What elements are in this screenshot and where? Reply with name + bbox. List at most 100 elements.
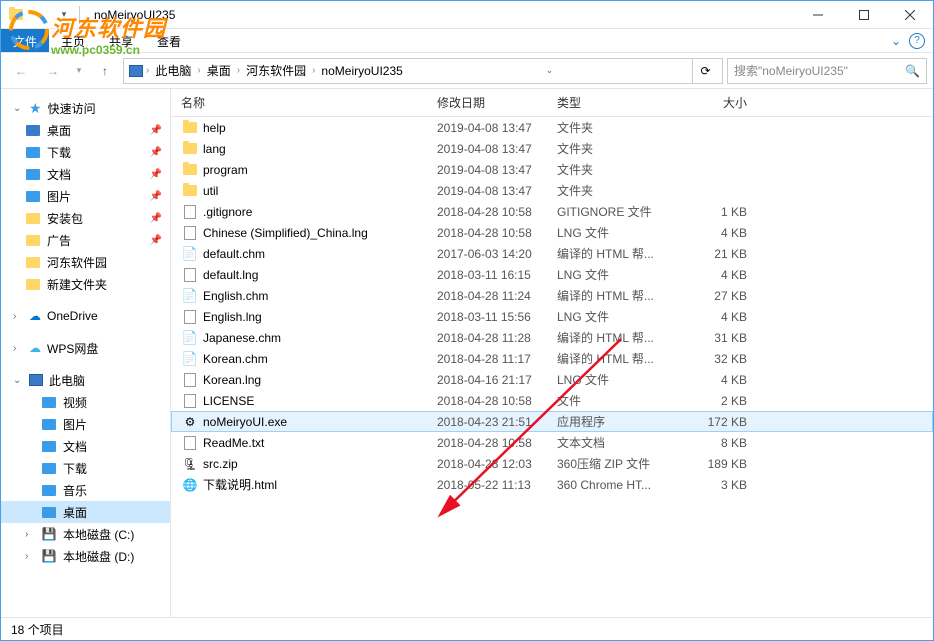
- nav-wps[interactable]: › ☁ WPS网盘: [1, 337, 170, 359]
- help-icon[interactable]: ?: [909, 33, 925, 49]
- chevron-right-icon[interactable]: ›: [25, 551, 35, 562]
- file-row[interactable]: LICENSE2018-04-28 10:58文件2 KB: [171, 390, 933, 411]
- file-row[interactable]: util2019-04-08 13:47文件夹: [171, 180, 933, 201]
- chevron-right-icon[interactable]: ›: [235, 65, 242, 76]
- file-row[interactable]: 📄Korean.chm2018-04-28 11:17编译的 HTML 帮...…: [171, 348, 933, 369]
- ribbon-tab-file[interactable]: 文件: [1, 29, 49, 52]
- refresh-button[interactable]: ⟳: [692, 58, 718, 84]
- search-input[interactable]: 搜索"noMeiryoUI235" 🔍: [727, 58, 927, 84]
- chevron-right-icon[interactable]: ›: [144, 65, 151, 76]
- sidebar-item[interactable]: 文档: [1, 435, 170, 457]
- column-date[interactable]: 修改日期: [437, 94, 557, 111]
- ribbon-tab-view[interactable]: 查看: [145, 29, 193, 52]
- sidebar-item[interactable]: 河东软件园: [1, 251, 170, 273]
- file-icon: [181, 225, 199, 241]
- file-row[interactable]: program2019-04-08 13:47文件夹: [171, 159, 933, 180]
- chevron-right-icon[interactable]: ›: [13, 311, 23, 322]
- folder-icon: [41, 438, 57, 454]
- nav-back-button[interactable]: ←: [7, 57, 35, 85]
- sidebar-item[interactable]: 下载📌: [1, 141, 170, 163]
- sidebar-item[interactable]: 文档📌: [1, 163, 170, 185]
- file-name: help: [203, 121, 437, 135]
- folder-icon: [41, 394, 57, 410]
- file-name: lang: [203, 142, 437, 156]
- pc-icon: [29, 374, 43, 386]
- file-date: 2018-04-28 10:58: [437, 394, 557, 408]
- folder-icon: [181, 120, 199, 136]
- nav-onedrive[interactable]: › ☁ OneDrive: [1, 305, 170, 327]
- disk-icon: 💾: [41, 548, 57, 564]
- sidebar-item[interactable]: 图片📌: [1, 185, 170, 207]
- breadcrumb-seg[interactable]: 此电脑: [151, 62, 195, 79]
- file-name: 下载说明.html: [203, 476, 437, 493]
- file-row[interactable]: 📄default.chm2017-06-03 14:20编译的 HTML 帮..…: [171, 243, 933, 264]
- column-name[interactable]: 名称: [181, 94, 437, 111]
- file-row[interactable]: ⚙noMeiryoUI.exe2018-04-23 21:51应用程序172 K…: [171, 411, 933, 432]
- file-date: 2017-06-03 14:20: [437, 247, 557, 261]
- ribbon-expand-icon[interactable]: ⌄: [891, 34, 901, 48]
- nav-this-pc[interactable]: ⌄ 此电脑: [1, 369, 170, 391]
- file-row[interactable]: help2019-04-08 13:47文件夹: [171, 117, 933, 138]
- file-date: 2018-04-28 11:17: [437, 352, 557, 366]
- chm-icon: 📄: [181, 246, 199, 262]
- sidebar-item[interactable]: ›💾本地磁盘 (C:): [1, 523, 170, 545]
- file-row[interactable]: Korean.lng2018-04-16 21:17LNG 文件4 KB: [171, 369, 933, 390]
- file-icon: [181, 204, 199, 220]
- sidebar-item[interactable]: 桌面: [1, 501, 170, 523]
- folder-icon: [25, 166, 41, 182]
- sidebar-item[interactable]: 视频: [1, 391, 170, 413]
- breadcrumb-seg[interactable]: noMeiryoUI235: [317, 64, 406, 78]
- file-name: default.chm: [203, 247, 437, 261]
- file-date: 2019-04-08 13:47: [437, 184, 557, 198]
- navigation-pane: ⌄ ★ 快速访问 桌面📌下载📌文档📌图片📌安装包📌广告📌河东软件园新建文件夹 ›…: [1, 89, 171, 617]
- file-size: 189 KB: [677, 457, 747, 471]
- file-icon: [181, 372, 199, 388]
- qat-properties-icon[interactable]: ▫: [29, 4, 51, 26]
- file-row[interactable]: 🗜src.zip2018-04-28 12:03360压缩 ZIP 文件189 …: [171, 453, 933, 474]
- file-row[interactable]: 📄Japanese.chm2018-04-28 11:28编译的 HTML 帮.…: [171, 327, 933, 348]
- ribbon-tab-home[interactable]: 主页: [49, 29, 97, 52]
- file-row[interactable]: English.lng2018-03-11 15:56LNG 文件4 KB: [171, 306, 933, 327]
- file-row[interactable]: ReadMe.txt2018-04-28 10:58文本文档8 KB: [171, 432, 933, 453]
- breadcrumb-seg[interactable]: 桌面: [203, 62, 235, 79]
- file-row[interactable]: default.lng2018-03-11 16:15LNG 文件4 KB: [171, 264, 933, 285]
- nav-up-button[interactable]: ↑: [91, 57, 119, 85]
- file-row[interactable]: Chinese (Simplified)_China.lng2018-04-28…: [171, 222, 933, 243]
- breadcrumb-dropdown-button[interactable]: ⌄: [536, 58, 562, 84]
- maximize-button[interactable]: [841, 1, 887, 29]
- file-row[interactable]: 🌐下载说明.html2018-05-22 11:13360 Chrome HT.…: [171, 474, 933, 495]
- chevron-down-icon[interactable]: ⌄: [13, 375, 23, 386]
- file-name: Korean.chm: [203, 352, 437, 366]
- file-row[interactable]: 📄English.chm2018-04-28 11:24编译的 HTML 帮..…: [171, 285, 933, 306]
- chevron-right-icon[interactable]: ›: [195, 65, 202, 76]
- nav-recent-button[interactable]: ▾: [71, 57, 87, 85]
- sidebar-item[interactable]: 新建文件夹: [1, 273, 170, 295]
- column-size[interactable]: 大小: [677, 94, 747, 111]
- sidebar-item[interactable]: ›💾本地磁盘 (D:): [1, 545, 170, 567]
- qat-dropdown-icon[interactable]: ▾: [53, 4, 75, 26]
- sidebar-item[interactable]: 图片: [1, 413, 170, 435]
- chevron-right-icon[interactable]: ›: [25, 529, 35, 540]
- sidebar-item[interactable]: 安装包📌: [1, 207, 170, 229]
- file-row[interactable]: .gitignore2018-04-28 10:58GITIGNORE 文件1 …: [171, 201, 933, 222]
- file-name: src.zip: [203, 457, 437, 471]
- breadcrumb[interactable]: › 此电脑 › 桌面 › 河东软件园 › noMeiryoUI235 ⌄ ⟳: [123, 58, 723, 84]
- column-type[interactable]: 类型: [557, 94, 677, 111]
- close-button[interactable]: [887, 1, 933, 29]
- minimize-button[interactable]: [795, 1, 841, 29]
- ribbon-tab-share[interactable]: 共享: [97, 29, 145, 52]
- file-date: 2018-03-11 16:15: [437, 268, 557, 282]
- breadcrumb-seg[interactable]: 河东软件园: [242, 62, 310, 79]
- chevron-down-icon[interactable]: ⌄: [13, 103, 23, 114]
- sidebar-item[interactable]: 下载: [1, 457, 170, 479]
- nav-quick-access[interactable]: ⌄ ★ 快速访问: [1, 97, 170, 119]
- nav-forward-button[interactable]: →: [39, 57, 67, 85]
- sidebar-item[interactable]: 桌面📌: [1, 119, 170, 141]
- sidebar-item[interactable]: 音乐: [1, 479, 170, 501]
- chevron-right-icon[interactable]: ›: [310, 65, 317, 76]
- sidebar-item[interactable]: 广告📌: [1, 229, 170, 251]
- file-row[interactable]: lang2019-04-08 13:47文件夹: [171, 138, 933, 159]
- file-date: 2018-04-28 10:58: [437, 226, 557, 240]
- file-type: 应用程序: [557, 413, 677, 430]
- chevron-right-icon[interactable]: ›: [13, 343, 23, 354]
